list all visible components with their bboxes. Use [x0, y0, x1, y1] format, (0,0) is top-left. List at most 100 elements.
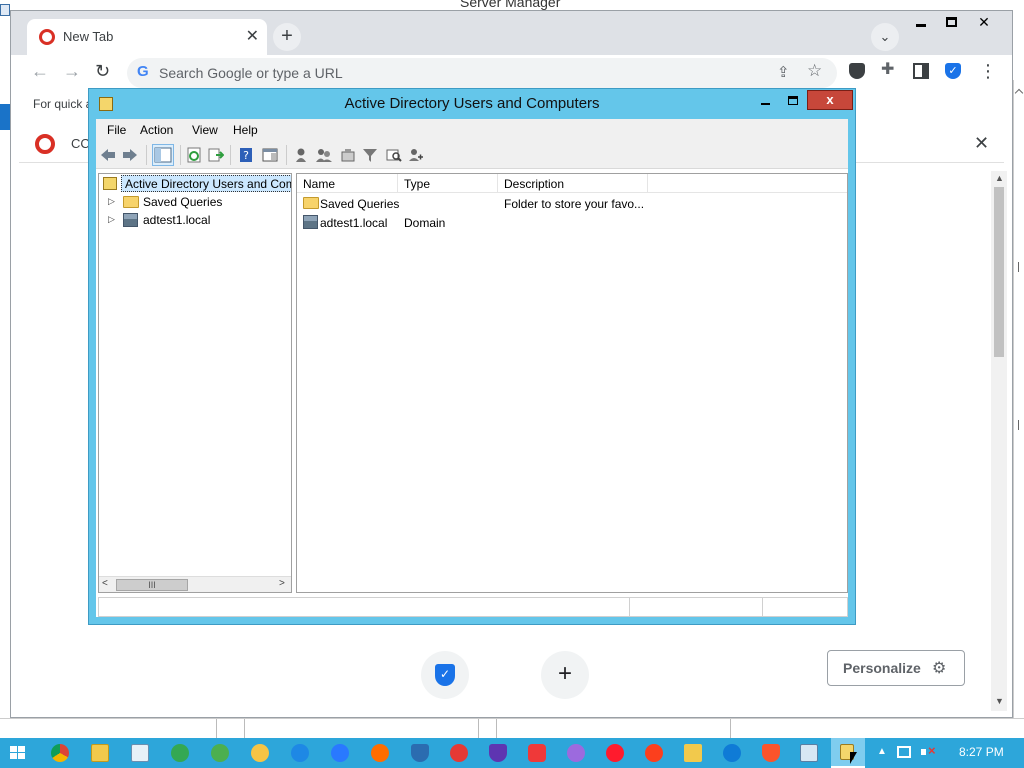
- forward-arrow-icon[interactable]: [122, 147, 138, 163]
- server-manager-taskbar-icon[interactable]: [800, 744, 818, 762]
- chrome-tab-strip: New Tab ✕ + ⌄ ✕: [11, 11, 1012, 55]
- taskbar-clock[interactable]: 8:27 PM: [959, 745, 1004, 759]
- scroll-down-icon[interactable]: ▼: [995, 696, 1004, 706]
- page-scrollbar[interactable]: ▲ ▼: [991, 171, 1007, 711]
- server-manager-icon: [0, 4, 10, 16]
- personalize-button[interactable]: Personalize ⚙: [827, 650, 965, 686]
- personalize-label: Personalize: [843, 660, 921, 676]
- chrome-profile-taskbar-icon[interactable]: [211, 744, 229, 762]
- find-icon[interactable]: [386, 147, 402, 163]
- brave-nightly-taskbar-icon[interactable]: [762, 744, 780, 762]
- scroll-left-icon[interactable]: <: [102, 578, 108, 589]
- column-header-description[interactable]: Description: [498, 174, 648, 193]
- menu-help[interactable]: Help: [233, 123, 258, 137]
- chrome-minimize-button[interactable]: [906, 11, 936, 33]
- ntp-shortcut-bitwarden[interactable]: ✓: [421, 651, 469, 699]
- menu-file[interactable]: File: [107, 123, 126, 137]
- refresh-icon[interactable]: [186, 147, 202, 163]
- aduc-window: Active Directory Users and Computers x F…: [88, 88, 856, 625]
- tab-search-chevron-icon[interactable]: ⌄: [871, 23, 899, 51]
- file-explorer-taskbar-icon[interactable]: [91, 744, 109, 762]
- aduc-close-button[interactable]: x: [807, 90, 853, 110]
- tree-item-root[interactable]: Active Directory Users and Com: [99, 175, 291, 193]
- new-tab-button[interactable]: +: [273, 23, 301, 51]
- new-ou-icon[interactable]: [340, 147, 356, 163]
- tree-item-saved-queries[interactable]: ▷ Saved Queries: [99, 193, 291, 211]
- details-list-pane[interactable]: Name Type Description Saved Queries Fold…: [296, 173, 848, 593]
- list-header: Name Type Description: [297, 174, 847, 193]
- files-taskbar-icon[interactable]: [684, 744, 702, 762]
- ccleaner-favicon-icon: [39, 29, 55, 45]
- volume-muted-icon[interactable]: [921, 743, 936, 758]
- scroll-right-icon[interactable]: >: [279, 578, 285, 589]
- page-scroll-thumb[interactable]: [994, 187, 1004, 357]
- bookmark-star-icon[interactable]: ☆: [807, 61, 822, 81]
- back-arrow-icon[interactable]: ←: [31, 61, 49, 82]
- aduc-client-area: File Action View Help ? Active Directory…: [96, 119, 848, 617]
- show-action-pane-icon[interactable]: [262, 147, 278, 163]
- notepad-taskbar-icon[interactable]: [131, 744, 149, 762]
- menu-action[interactable]: Action: [140, 123, 173, 137]
- side-panel-icon[interactable]: [913, 63, 929, 79]
- statusbar-separator: [730, 719, 731, 739]
- column-header-type[interactable]: Type: [398, 174, 498, 193]
- chrome-taskbar-icon[interactable]: [51, 744, 69, 762]
- console-tree-pane[interactable]: Active Directory Users and Com ▷ Saved Q…: [98, 173, 292, 593]
- back-arrow-icon[interactable]: [100, 147, 116, 163]
- opera-taskbar-icon[interactable]: [606, 744, 624, 762]
- column-header-name[interactable]: Name: [297, 174, 398, 193]
- new-user-icon[interactable]: [294, 147, 310, 163]
- export-list-icon[interactable]: [208, 147, 224, 163]
- ntp-add-shortcut-button[interactable]: +: [541, 651, 589, 699]
- reload-icon[interactable]: ↻: [95, 61, 110, 82]
- yandex-taskbar-icon[interactable]: [645, 744, 663, 762]
- chrome-maximize-button[interactable]: [936, 11, 966, 33]
- windows-start-icon[interactable]: [10, 746, 26, 760]
- extensions-puzzle-icon[interactable]: ✚: [881, 59, 897, 78]
- firefox-taskbar-icon[interactable]: [371, 744, 389, 762]
- chrome-menu-icon[interactable]: ⋮: [979, 61, 997, 82]
- add-to-group-icon[interactable]: [408, 147, 424, 163]
- omnibox-input[interactable]: [159, 62, 739, 84]
- new-group-icon[interactable]: [316, 147, 332, 163]
- server-manager-titlebar: Server Manager: [0, 0, 1024, 10]
- tree-item-domain[interactable]: ▷ adtest1.local: [99, 211, 291, 229]
- filter-icon[interactable]: [362, 147, 378, 163]
- menu-view[interactable]: View: [192, 123, 218, 137]
- share-icon[interactable]: ⇪: [777, 63, 790, 81]
- infobar-close-icon[interactable]: ✕: [974, 133, 989, 154]
- chrome-close-button[interactable]: ✕: [969, 11, 999, 33]
- extension-shield-icon[interactable]: [849, 63, 865, 79]
- tree-horizontal-scrollbar[interactable]: < III >: [99, 576, 291, 592]
- brave-beta-taskbar-icon[interactable]: [489, 744, 507, 762]
- tab-new-tab[interactable]: New Tab ✕: [27, 19, 267, 55]
- tray-overflow-chevron-icon[interactable]: ▲: [877, 746, 887, 757]
- chrome-canary-taskbar-icon[interactable]: [251, 744, 269, 762]
- bitwarden-shield-icon[interactable]: ✓: [945, 63, 961, 79]
- network-icon[interactable]: [897, 746, 911, 758]
- svg-text:?: ?: [243, 149, 249, 162]
- list-item[interactable]: Saved Queries Folder to store your favo.…: [297, 194, 847, 213]
- tab-close-icon[interactable]: ✕: [246, 26, 259, 46]
- bookmarks-bar-hint: For quick a: [33, 97, 93, 111]
- edge-dev-taskbar-icon[interactable]: [723, 744, 741, 762]
- edge-taskbar-icon[interactable]: [291, 744, 309, 762]
- show-console-tree-icon[interactable]: [152, 144, 174, 166]
- brave-taskbar-icon[interactable]: [411, 744, 429, 762]
- vivaldi-taskbar-icon[interactable]: [528, 744, 546, 762]
- omnibox[interactable]: G ⇪ ☆: [127, 58, 837, 88]
- tree-scroll-thumb[interactable]: III: [116, 579, 188, 591]
- help-icon[interactable]: ?: [238, 147, 254, 163]
- tree-expand-icon[interactable]: ▷: [108, 214, 115, 225]
- aduc-minimize-button[interactable]: [751, 91, 779, 111]
- scroll-up-icon[interactable]: ▲: [995, 173, 1004, 183]
- aduc-maximize-button[interactable]: [779, 91, 807, 111]
- aduc-titlebar[interactable]: Active Directory Users and Computers x: [89, 89, 855, 119]
- opera-gx-taskbar-icon[interactable]: [567, 744, 585, 762]
- ccleaner-browser-taskbar-icon[interactable]: [450, 744, 468, 762]
- firefox-nightly-taskbar-icon[interactable]: [331, 744, 349, 762]
- list-item[interactable]: adtest1.local Domain: [297, 213, 847, 232]
- tree-expand-icon[interactable]: ▷: [108, 196, 115, 207]
- forward-arrow-icon[interactable]: →: [63, 61, 81, 82]
- chrome-profile-taskbar-icon[interactable]: [171, 744, 189, 762]
